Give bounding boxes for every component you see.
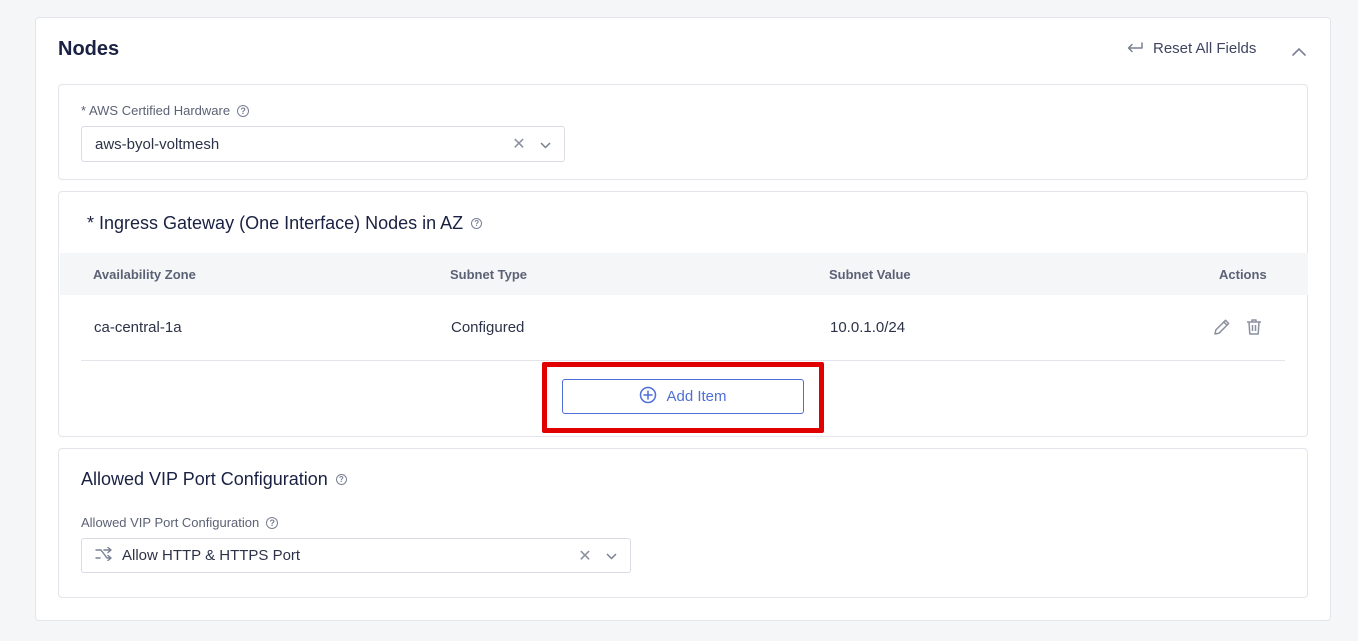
add-item-label: Add Item	[666, 388, 727, 405]
ingress-title: * Ingress Gateway (One Interface) Nodes …	[87, 213, 464, 233]
clear-icon[interactable]: ✕	[512, 134, 526, 154]
vip-label-row: Allowed VIP Port Configuration ?	[81, 515, 279, 530]
clear-icon[interactable]: ✕	[578, 546, 592, 566]
reset-label: Reset All Fields	[1153, 40, 1257, 57]
table-header: Availability Zone Subnet Type Subnet Val…	[60, 253, 1308, 295]
collapse-chevron-up-icon[interactable]	[1292, 43, 1306, 61]
vip-title-row: Allowed VIP Port Configuration ?	[81, 469, 347, 490]
cell-subnet-type: Configured	[451, 319, 525, 336]
vip-field-label: Allowed VIP Port Configuration	[81, 515, 260, 530]
vip-select[interactable]: Allow HTTP & HTTPS Port ✕	[81, 538, 631, 573]
ingress-title-row: * Ingress Gateway (One Interface) Nodes …	[87, 213, 483, 234]
row-actions	[1212, 317, 1264, 342]
chevron-down-icon[interactable]	[606, 547, 617, 564]
vip-section-title: Allowed VIP Port Configuration	[81, 469, 328, 489]
nodes-panel: Nodes Reset All Fields * AWS Certified H…	[35, 17, 1331, 621]
edit-pencil-icon[interactable]	[1212, 317, 1232, 342]
hardware-select[interactable]: aws-byol-voltmesh ✕	[81, 126, 565, 162]
help-icon[interactable]: ?	[335, 474, 347, 485]
vip-select-value: Allow HTTP & HTTPS Port	[122, 547, 301, 564]
column-header-subnet-type: Subnet Type	[450, 267, 528, 282]
hardware-label-row: * AWS Certified Hardware ?	[81, 103, 250, 118]
reset-icon	[1126, 41, 1144, 56]
table-row: ca-central-1a Configured 10.0.1.0/24	[81, 295, 1285, 361]
add-item-button[interactable]: Add Item	[562, 379, 804, 414]
cell-availability-zone: ca-central-1a	[94, 319, 182, 336]
column-header-availability-zone: Availability Zone	[93, 267, 196, 282]
vip-config-card: Allowed VIP Port Configuration ? Allowed…	[58, 448, 1308, 598]
column-header-actions: Actions	[1219, 267, 1267, 282]
page-title: Nodes	[58, 38, 120, 60]
delete-trash-icon[interactable]	[1244, 317, 1264, 342]
hardware-card: * AWS Certified Hardware ? aws-byol-volt…	[58, 84, 1308, 180]
cell-subnet-value: 10.0.1.0/24	[830, 319, 906, 336]
column-header-subnet-value: Subnet Value	[829, 267, 911, 282]
shuffle-icon	[95, 546, 113, 565]
help-icon[interactable]: ?	[266, 516, 279, 529]
reset-all-fields-button[interactable]: Reset All Fields	[1126, 40, 1256, 57]
help-icon[interactable]: ?	[237, 104, 250, 117]
hardware-label: * AWS Certified Hardware	[81, 103, 231, 118]
plus-circle-icon	[639, 386, 657, 408]
hardware-select-value: aws-byol-voltmesh	[95, 135, 220, 153]
chevron-down-icon[interactable]	[540, 136, 551, 153]
help-icon[interactable]: ?	[471, 218, 483, 229]
